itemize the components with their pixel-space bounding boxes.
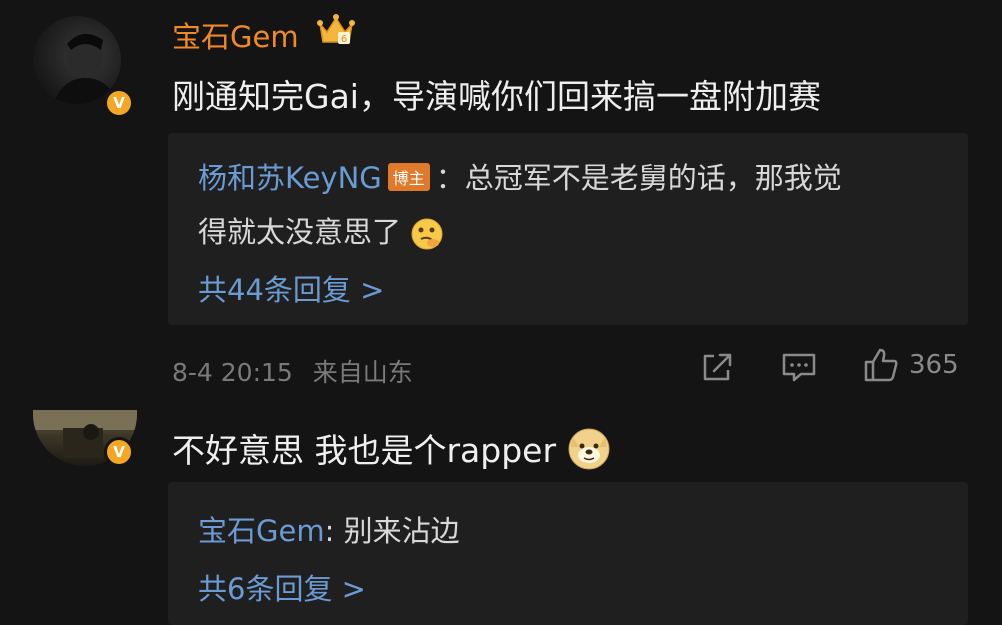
reply-line: 杨和苏KeyNG 博主 ：总冠军不是老舅的话，那我觉 bbox=[198, 155, 842, 197]
timestamp: 8-4 20:15 bbox=[172, 358, 293, 387]
thumbs-up-icon bbox=[864, 348, 898, 382]
reply-line-2: 得就太没意思了 bbox=[198, 209, 444, 251]
doge-emoji-icon bbox=[568, 428, 610, 469]
blogger-tag: 博主 bbox=[387, 163, 430, 191]
verified-badge-icon: V bbox=[104, 437, 134, 467]
verified-badge-icon: V bbox=[104, 88, 134, 118]
reply-text: : 别来沾边 bbox=[324, 514, 460, 548]
reply-author[interactable]: 杨和苏KeyNG bbox=[198, 161, 382, 195]
like-button[interactable]: 365 bbox=[863, 347, 959, 383]
comment-icon bbox=[782, 353, 816, 382]
comment-button[interactable] bbox=[781, 351, 817, 383]
avatar-portrait bbox=[53, 33, 117, 104]
reply-preview-box-2[interactable]: 宝石Gem: 别来沾边 共6条回复 > bbox=[168, 482, 968, 625]
avatar[interactable] bbox=[33, 16, 121, 104]
reply-author[interactable]: 宝石Gem bbox=[198, 514, 325, 548]
crown-icon: 6 bbox=[317, 14, 355, 45]
share-icon bbox=[703, 353, 732, 381]
comment-meta: 8-4 20:15 来自山东 bbox=[172, 353, 413, 389]
more-replies-link[interactable]: 共6条回复 > bbox=[198, 566, 366, 608]
comment-username[interactable]: 宝石Gem bbox=[172, 14, 299, 56]
svg-text:6: 6 bbox=[341, 34, 347, 45]
reply-text-line1: ：总冠军不是老舅的话，那我觉 bbox=[435, 161, 842, 195]
location: 来自山东 bbox=[312, 358, 413, 387]
like-count: 365 bbox=[909, 350, 959, 380]
reply-preview-box[interactable]: 杨和苏KeyNG 博主 ：总冠军不是老舅的话，那我觉 得就太没意思了 共44条回复 … bbox=[168, 133, 968, 325]
share-button[interactable] bbox=[700, 351, 734, 383]
comment-text: 刚通知完Gai，导演喊你们回来搞一盘附加赛 bbox=[172, 77, 821, 116]
reply-line: 宝石Gem: 别来沾边 bbox=[198, 508, 460, 550]
reply-text-line2: 得就太没意思了 bbox=[198, 215, 402, 249]
thinking-emoji-icon bbox=[411, 218, 443, 250]
more-replies-link[interactable]: 共44条回复 > bbox=[198, 267, 384, 309]
comment-text-2: 不好意思 我也是个rapper bbox=[172, 424, 611, 475]
comment-text-content: 不好意思 我也是个rapper bbox=[172, 431, 557, 470]
